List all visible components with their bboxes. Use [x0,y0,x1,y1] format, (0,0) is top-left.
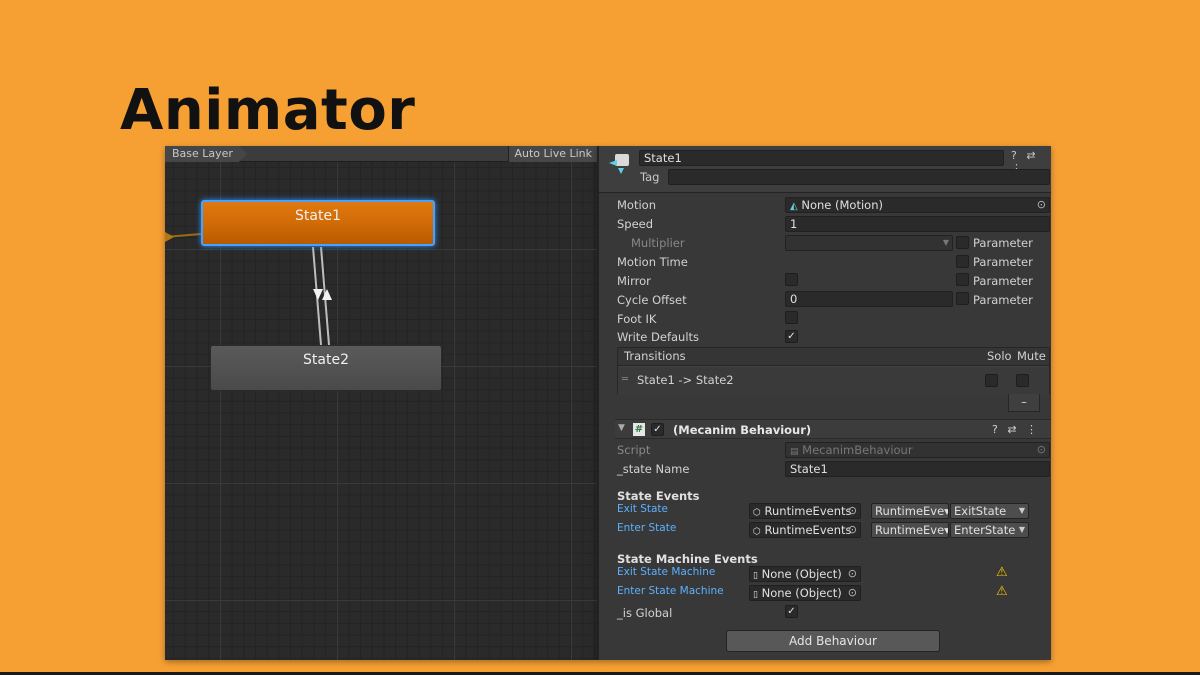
solo-checkbox[interactable] [985,374,998,387]
exit-state-label: Exit State [617,503,669,515]
cycle-offset-parameter-checkbox[interactable] [956,292,969,305]
slide-title: Animator [120,78,416,143]
transitions-header: Transitions Solo Mute [618,348,1049,366]
object-picker-icon[interactable]: ⊙ [848,586,857,600]
dropdown-arrow-icon: ▼ [1018,506,1025,515]
enter-state-machine-object-field[interactable]: ▯ None (Object) ⊙ [749,585,861,601]
motion-value: None (Motion) [801,198,883,212]
add-behaviour-button[interactable]: Add Behaviour [726,630,940,652]
transition-label: State1 -> State2 [637,373,734,387]
behaviour-enabled-checkbox[interactable]: ✓ [651,423,664,436]
script-label: Script [617,443,651,457]
transitions-title: Transitions [624,349,686,363]
exit-state-machine-object-field[interactable]: ▯ None (Object) ⊙ [749,566,861,582]
script-picker-icon: ⊙ [1036,443,1046,456]
parameter-label: Parameter [973,236,1033,250]
motion-label: Motion [617,198,656,212]
transition-row[interactable]: ═ State1 -> State2 [618,367,1049,395]
animator-graph[interactable]: Base Layer Auto Live Link State1 State2 [165,146,597,660]
is-global-label: _is Global [617,606,673,620]
solo-column-label: Solo [987,349,1012,363]
tag-label: Tag [640,170,660,184]
object-picker-icon[interactable]: ⊙ [848,523,857,537]
animator-state-icon [609,154,629,174]
enter-state-label: Enter State [617,522,677,534]
tag-input[interactable] [668,169,1050,185]
foot-ik-label: Foot IK [617,312,657,326]
mute-checkbox[interactable] [1016,374,1029,387]
motion-field[interactable]: ◭ None (Motion) ⊙ [785,197,1050,213]
behaviour-menu-icons[interactable]: ? ⇄ ⋮ [992,423,1040,436]
state-events-label: State Events [617,489,700,503]
warning-icon: ⚠ [996,565,1008,580]
speed-label: Speed [617,217,654,231]
behaviour-title: (Mecanim Behaviour) [673,423,812,437]
motion-time-parameter-checkbox[interactable] [956,255,969,268]
mute-column-label: Mute [1017,349,1046,363]
cube-icon: ⬡ [753,508,761,518]
exit-state-component-dropdown[interactable]: RuntimeEve▾ [871,503,949,519]
mirror-parameter-checkbox[interactable] [956,273,969,286]
enter-state-component-dropdown[interactable]: RuntimeEve▾ [871,522,949,538]
script-value: MecanimBehaviour [802,443,913,457]
document-icon: ▯ [753,571,758,581]
state-machine-events-label: State Machine Events [617,552,758,566]
state-name-input[interactable]: State1 [639,150,1004,166]
multiplier-dropdown[interactable]: ▼ [785,235,953,251]
parameter-label: Parameter [973,255,1033,269]
inspector-panel: State1 ? ⇄ ⋮ Tag Motion ◭ None (Motion) … [597,146,1051,660]
parameter-label: Parameter [973,274,1033,288]
state-node-state2[interactable]: State2 [210,345,442,391]
enter-state-machine-label: Enter State Machine [617,585,724,597]
dropdown-arrow-icon: ▼ [1018,525,1025,534]
foldout-arrow-icon[interactable]: ▼ [618,423,625,433]
exit-state-machine-label: Exit State Machine [617,566,716,578]
script-hash-icon: # [633,423,645,436]
arrow-up-icon [322,289,332,300]
foot-ik-checkbox[interactable] [785,311,798,324]
write-defaults-label: Write Defaults [617,330,700,344]
speed-input[interactable]: 1 [785,216,1050,232]
document-icon: ▯ [753,590,758,600]
script-file-icon: ▤ [790,447,799,457]
behaviour-header[interactable]: ▼ # ✓ (Mecanim Behaviour) ? ⇄ ⋮ [615,419,1051,439]
cycle-offset-input[interactable]: 0 [785,291,953,307]
cube-icon: ⬡ [753,527,761,537]
inspector-header: State1 ? ⇄ ⋮ Tag [599,146,1051,193]
warning-icon: ⚠ [996,584,1008,599]
write-defaults-checkbox[interactable]: ✓ [785,330,798,343]
motion-icon: ◭ [790,201,798,212]
state-node-state1[interactable]: State1 [201,200,435,246]
object-picker-icon[interactable]: ⊙ [1037,198,1046,212]
exit-state-method-dropdown[interactable]: ExitState ▼ [950,503,1029,519]
dropdown-arrow-icon: ▼ [942,238,949,247]
remove-transition-button[interactable]: – [1008,394,1040,412]
enter-state-method-dropdown[interactable]: EnterState ▼ [950,522,1029,538]
state-name-value-input[interactable]: State1 [785,461,1050,477]
state-name-label: _state Name [617,462,690,476]
is-global-checkbox[interactable]: ✓ [785,605,798,618]
object-picker-icon[interactable]: ⊙ [848,504,857,518]
exit-state-object-field[interactable]: ⬡ RuntimeEvents ⊙ [749,503,861,519]
arrow-down-icon [313,289,323,300]
multiplier-parameter-checkbox[interactable] [956,236,969,249]
object-picker-icon[interactable]: ⊙ [848,567,857,581]
entry-arrow-icon [165,232,174,242]
drag-handle-icon[interactable]: ═ [622,367,628,393]
mirror-checkbox[interactable] [785,273,798,286]
cycle-offset-label: Cycle Offset [617,293,687,307]
script-field: ▤ MecanimBehaviour ⊙ [785,442,1050,458]
parameter-label: Parameter [973,293,1033,307]
mirror-label: Mirror [617,274,651,288]
enter-state-object-field[interactable]: ⬡ RuntimeEvents ⊙ [749,522,861,538]
transitions-list: Transitions Solo Mute ═ State1 -> State2 [617,347,1050,395]
multiplier-label: Multiplier [631,236,685,250]
motion-time-label: Motion Time [617,255,688,269]
